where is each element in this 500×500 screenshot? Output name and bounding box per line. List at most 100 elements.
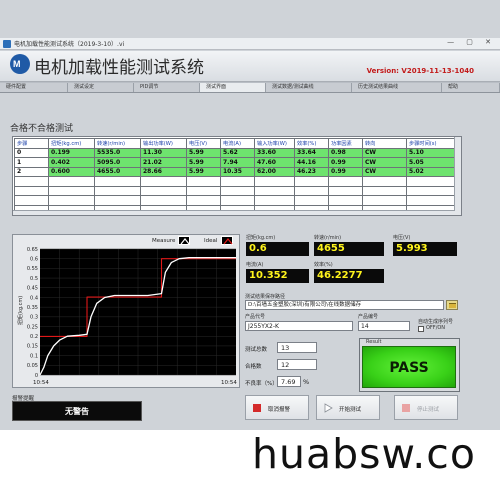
chart-y-tick-label: 0.05 — [27, 363, 38, 369]
tab-test-settings[interactable]: 测试设定 — [68, 83, 134, 92]
start-test-label: 开始测试 — [339, 407, 362, 413]
table-cell-empty — [294, 185, 329, 196]
app-icon — [3, 40, 11, 48]
cancel-alarm-button[interactable]: 取消报警 — [245, 395, 309, 420]
table-cell: 47.60 — [254, 157, 295, 168]
product-number-input[interactable]: 14 — [358, 321, 410, 331]
table-cell: 5095.0 — [94, 157, 141, 168]
chart-y-tick-label: 0.65 — [27, 247, 38, 253]
table-row-empty — [14, 185, 457, 196]
table-cell-empty — [406, 195, 457, 206]
col-step-time: 步骤时间(s) — [406, 138, 457, 149]
table-cell-empty — [220, 195, 255, 206]
col-power-factor: 功率因素 — [328, 138, 363, 149]
col-current: 电流(A) — [220, 138, 255, 149]
product-code-label: 产品代号 — [245, 314, 266, 320]
legend-measure-swatch[interactable] — [178, 236, 190, 245]
table-cell: 21.02 — [140, 157, 187, 168]
chart-y-tick-label: 0.55 — [27, 266, 38, 272]
chart-y-tick-label: 0.15 — [27, 344, 38, 350]
table-row[interactable]: 2 0.600 4655.0 28.66 5.99 10.35 62.00 46.23 0.99… — [14, 166, 457, 177]
table-cell: 46.23 — [294, 166, 329, 177]
tab-test-interface[interactable]: 测试界面 — [200, 83, 266, 92]
table-cell: 4655.0 — [94, 166, 141, 177]
table-cell-empty — [140, 176, 187, 187]
window-controls[interactable]: — ▢ ✕ — [447, 38, 496, 46]
table-cell: 5.99 — [186, 166, 221, 177]
chart-y-tick-label: 0.1 — [30, 353, 38, 359]
table-cell-empty — [94, 176, 141, 187]
col-speed: 转速(r/min) — [94, 138, 141, 149]
auto-serial-onoff-label: OFF/ON — [426, 325, 446, 331]
table-cell-empty — [362, 195, 407, 206]
table-cell: 0.99 — [328, 157, 363, 168]
folder-icon — [449, 303, 456, 308]
tab-help[interactable]: 帮助 — [442, 83, 500, 92]
table-cell-empty — [48, 195, 95, 206]
torque-label: 扭矩(kg.cm) — [246, 235, 276, 241]
auto-serial-toggle[interactable] — [418, 326, 424, 332]
table-cell-empty — [328, 176, 363, 187]
voltage-readout: 5.993 — [393, 242, 457, 256]
window-title: 电机加载性能测试系统（2019-3-10）.vi — [14, 41, 125, 48]
stop-test-button[interactable]: 停止测试 — [394, 395, 458, 420]
start-test-button[interactable]: 开始测试 — [316, 395, 380, 420]
col-input-power: 输入功率(W) — [254, 138, 295, 149]
table-cell-empty — [362, 176, 407, 187]
chart-y-tick-label: 0.2 — [30, 334, 38, 340]
legend-measure-label: Measure — [152, 238, 176, 244]
tab-test-data-curves[interactable]: 测试数据/测试曲线 — [266, 83, 352, 92]
app-window: 电机加载性能测试系统（2019-3-10）.vi — ▢ ✕ M 电机加载性能测… — [0, 0, 500, 430]
table-cell-empty — [94, 195, 141, 206]
table-header-row: 步骤 扭矩(kg.cm) 转速(r/min) 输出功率(W) 电压(V) 电流(… — [14, 138, 457, 149]
save-path-input[interactable]: D:\百墙五金塑胶(深圳)有限公司\在线数据储存 — [245, 300, 444, 310]
chart-y-tick-label: 0.4 — [30, 295, 38, 301]
col-output-power: 输出功率(W) — [140, 138, 187, 149]
table-cell-empty — [186, 195, 221, 206]
chart-y-axis-label: 扭矩(kg.cm) — [17, 296, 24, 325]
table-cell: 5.10 — [406, 147, 457, 158]
tab-pid-tuning[interactable]: PID调节 — [134, 83, 200, 92]
table-cell-empty — [294, 195, 329, 206]
legend-ideal-swatch[interactable] — [221, 236, 233, 245]
table-cell: CW — [362, 157, 407, 168]
col-torque: 扭矩(kg.cm) — [48, 138, 95, 149]
chart-y-tick-label: 0.25 — [27, 324, 38, 330]
table-cell: 5.99 — [186, 157, 221, 168]
table-vertical-scrollbar[interactable] — [454, 137, 461, 215]
tab-hardware-config[interactable]: 硬件配置 — [0, 83, 68, 92]
company-logo: M — [10, 54, 30, 74]
cancel-alarm-icon — [253, 404, 261, 412]
table-row[interactable]: 0 0.199 5535.0 11.30 5.99 5.62 33.60 33.64 0.98 C… — [14, 147, 457, 158]
table-cell-empty — [254, 195, 295, 206]
results-table: 步骤 扭矩(kg.cm) 转速(r/min) 输出功率(W) 电压(V) 电流(… — [12, 136, 462, 216]
browse-folder-button[interactable] — [446, 300, 458, 310]
table-cell: 33.64 — [294, 147, 329, 158]
play-icon — [324, 403, 333, 413]
table-cell: 5.05 — [406, 157, 457, 168]
table-cell: 0 — [14, 147, 49, 158]
table-horizontal-scrollbar[interactable] — [13, 210, 455, 215]
table-cell-empty — [294, 176, 329, 187]
speed-label: 转速(r/min) — [314, 235, 342, 241]
result-label: Result — [366, 339, 382, 345]
speed-readout: 4655 — [314, 242, 384, 256]
table-cell-empty — [14, 195, 49, 206]
col-direction: 转向 — [362, 138, 407, 149]
table-cell-empty — [220, 185, 255, 196]
table-cell: 10.35 — [220, 166, 255, 177]
torque-chart-panel: 0.65 0.6 0.55 0.5 0.45 0.4 0.35 0.3 0.25 0.2 0.15 0… — [12, 234, 240, 388]
table-cell: 33.60 — [254, 147, 295, 158]
save-path-label: 测试结果保存路径 — [245, 294, 286, 300]
table-cell: 5.62 — [220, 147, 255, 158]
chart-y-tick-label: 0.3 — [30, 315, 38, 321]
voltage-label: 电压(V) — [393, 235, 411, 241]
table-row[interactable]: 1 0.402 5095.0 21.02 5.99 7.94 47.60 44.16 0.99 C… — [14, 157, 457, 168]
app-title: 电机加载性能测试系统 — [34, 58, 204, 78]
table-cell: CW — [362, 147, 407, 158]
stop-test-label: 停止测试 — [417, 407, 440, 413]
tab-history-curves[interactable]: 历史测试结果曲线 — [352, 83, 442, 92]
product-code-input[interactable]: J255YX2-K — [245, 321, 353, 331]
chart-y-tick-label: 0.35 — [27, 305, 38, 311]
cancel-alarm-label: 取消报警 — [268, 407, 291, 413]
